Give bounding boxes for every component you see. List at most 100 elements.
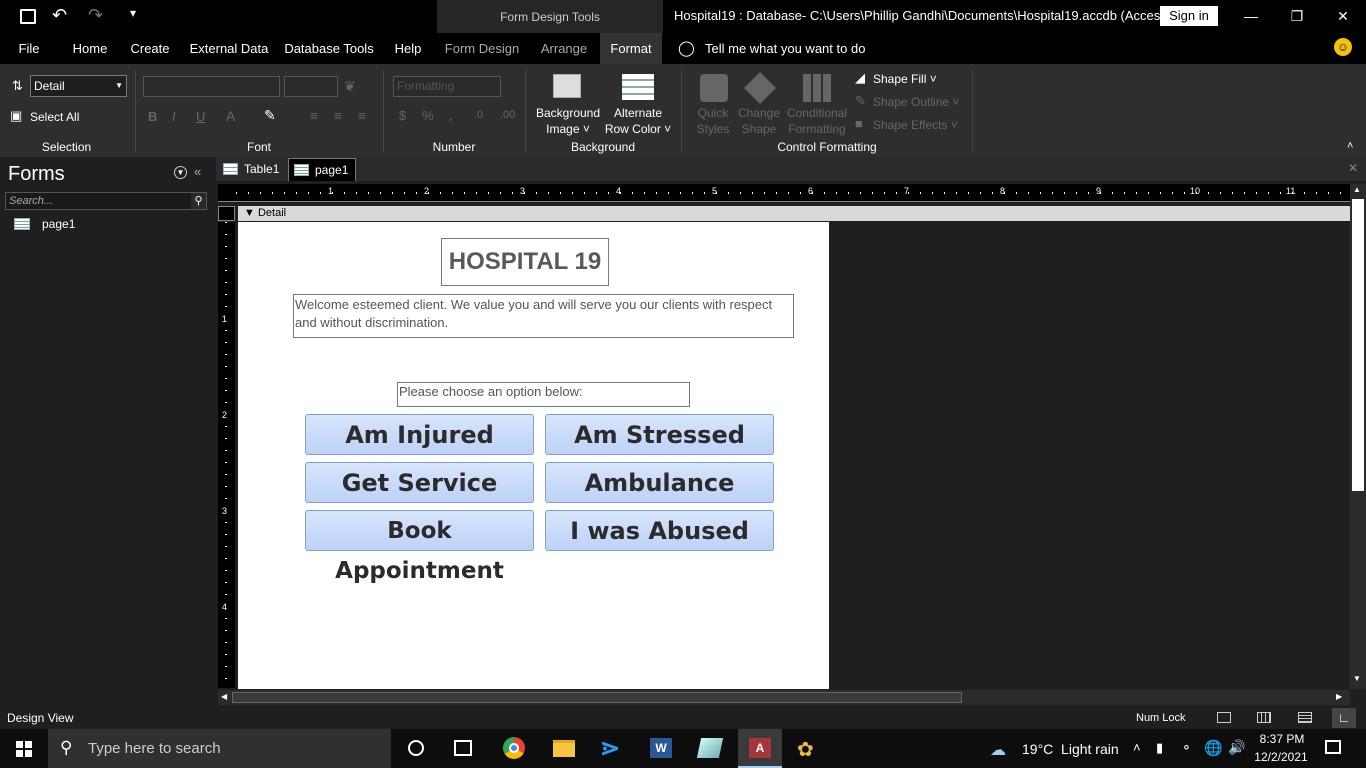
am-stressed-button[interactable]: Am Stressed: [545, 414, 774, 455]
weather-text[interactable]: 19°C Light rain: [1022, 741, 1119, 757]
vscode-icon[interactable]: ⋗: [600, 734, 620, 763]
notifications-icon[interactable]: [1325, 740, 1341, 754]
tab-external-data[interactable]: External Data: [186, 33, 272, 64]
datasheet-view-icon[interactable]: [1257, 712, 1271, 723]
word-icon[interactable]: W: [650, 738, 672, 758]
format-painter-icon[interactable]: ❦: [344, 78, 356, 95]
alternate-row-color-button[interactable]: Alternate Row Color ˅: [602, 105, 674, 137]
horizontal-scrollbar[interactable]: ◀ ▶: [218, 690, 1350, 705]
sign-in-button[interactable]: Sign in: [1160, 6, 1218, 26]
shape-fill-button[interactable]: Shape Fill ˅: [873, 72, 937, 86]
task-view-icon[interactable]: [454, 740, 472, 756]
font-size-dropdown[interactable]: [284, 76, 338, 97]
scroll-right-icon[interactable]: ▶: [1336, 692, 1342, 701]
get-service-button[interactable]: Get Service: [305, 462, 534, 503]
font-name-dropdown[interactable]: [143, 76, 280, 97]
select-all-button[interactable]: Select All: [30, 110, 79, 124]
welcome-label[interactable]: Welcome esteemed client. We value you an…: [293, 294, 794, 338]
access-taskbar-button[interactable]: A: [738, 729, 782, 768]
taskbar-search-box[interactable]: Type here to search: [48, 729, 391, 768]
doc-tab-table1[interactable]: Table1: [218, 158, 284, 181]
detail-section-bar[interactable]: ▼ Detail: [238, 206, 1350, 221]
increase-decimals-icon[interactable]: .0: [474, 109, 483, 121]
form-detail-area[interactable]: HOSPITAL 19 Welcome esteemed client. We …: [238, 222, 829, 689]
collapse-pane-icon[interactable]: «: [194, 164, 201, 179]
redo-icon[interactable]: ↷: [88, 5, 103, 26]
prompt-label[interactable]: Please choose an option below:: [397, 382, 690, 407]
scrollbar-thumb[interactable]: [1352, 199, 1364, 491]
show-hidden-icons-icon[interactable]: ˄: [1133, 740, 1141, 755]
change-shape-button[interactable]: Change Shape: [736, 105, 782, 137]
align-right-icon[interactable]: ≡: [358, 108, 366, 123]
tab-create[interactable]: Create: [126, 33, 174, 64]
meet-now-icon[interactable]: ⚬: [1181, 740, 1192, 756]
tab-database-tools[interactable]: Database Tools: [282, 33, 376, 64]
tab-arrange[interactable]: Arrange: [533, 33, 595, 64]
percent-icon[interactable]: %: [422, 108, 434, 123]
tab-format[interactable]: Format: [600, 33, 662, 64]
restore-button[interactable]: ❐: [1274, 0, 1320, 33]
nav-item-page1[interactable]: page1: [42, 217, 75, 231]
decrease-decimals-icon[interactable]: .00: [500, 109, 515, 121]
scroll-down-icon[interactable]: ▼: [1353, 674, 1361, 683]
align-left-icon[interactable]: ≡: [310, 108, 318, 123]
am-injured-button[interactable]: Am Injured: [305, 414, 534, 455]
minimize-button[interactable]: —: [1228, 0, 1274, 33]
tab-file[interactable]: File: [8, 33, 50, 64]
vertical-scrollbar[interactable]: ▲ ▼: [1350, 184, 1366, 689]
tab-form-design[interactable]: Form Design: [442, 33, 522, 64]
tell-me-search[interactable]: Tell me what you want to do: [705, 41, 865, 56]
fill-color-icon[interactable]: ✎: [264, 107, 276, 124]
smiley-icon[interactable]: ☺: [1334, 38, 1352, 56]
bold-icon[interactable]: B: [148, 109, 157, 124]
chrome-icon[interactable]: [503, 737, 525, 759]
cortana-icon[interactable]: [408, 740, 424, 756]
close-button[interactable]: ✕: [1320, 0, 1366, 33]
nav-search-input[interactable]: Search...: [5, 192, 207, 210]
close-document-icon[interactable]: ✕: [1348, 161, 1358, 175]
network-icon[interactable]: 🌐: [1204, 739, 1223, 757]
ambulance-button[interactable]: Ambulance: [545, 462, 774, 503]
italic-icon[interactable]: I: [172, 109, 176, 124]
file-explorer-icon[interactable]: [553, 740, 575, 757]
collapse-ribbon-icon[interactable]: ˄: [1347, 140, 1353, 152]
paint-icon[interactable]: ✿: [797, 737, 814, 762]
app-icon[interactable]: [696, 738, 724, 758]
tab-help[interactable]: Help: [388, 33, 428, 64]
windows-start-icon[interactable]: [16, 741, 32, 757]
save-icon[interactable]: [20, 9, 36, 24]
clock-time[interactable]: 8:37 PM: [1254, 732, 1310, 746]
comma-icon[interactable]: ,: [449, 108, 453, 123]
layout-view-icon[interactable]: [1298, 712, 1312, 723]
volume-icon[interactable]: 🔊: [1228, 739, 1245, 756]
chevron-down-icon[interactable]: ▼: [174, 166, 187, 179]
number-format-dropdown[interactable]: Formatting: [393, 76, 501, 97]
horizontal-ruler[interactable]: 1 2 3 4 5 6 7 8 9 10 11: [218, 184, 1350, 202]
doc-tab-page1[interactable]: page1: [288, 158, 356, 181]
form-view-icon[interactable]: [1217, 712, 1231, 723]
book-appointment-button[interactable]: Book Appointment: [305, 510, 534, 584]
underline-icon[interactable]: U: [196, 109, 205, 124]
background-image-button[interactable]: Background Image ˅: [530, 105, 606, 137]
battery-icon[interactable]: ▮: [1156, 740, 1163, 756]
shape-effects-button[interactable]: Shape Effects ˅: [873, 118, 958, 132]
tab-home[interactable]: Home: [64, 33, 116, 64]
i-was-abused-button[interactable]: I was Abused: [545, 510, 774, 551]
conditional-formatting-button[interactable]: Conditional Formatting: [784, 105, 850, 137]
align-center-icon[interactable]: ≡: [334, 108, 342, 123]
quick-styles-button[interactable]: Quick Styles: [690, 105, 736, 137]
form-title-label[interactable]: HOSPITAL 19: [441, 238, 609, 286]
search-icon[interactable]: ⚲: [191, 193, 206, 209]
shape-outline-button[interactable]: Shape Outline ˅: [873, 95, 959, 109]
object-selector-dropdown[interactable]: Detail ▼: [30, 75, 127, 97]
scroll-up-icon[interactable]: ▲: [1353, 185, 1361, 194]
section-selector[interactable]: [218, 206, 235, 221]
customize-quick-access-icon[interactable]: ▾: [130, 6, 136, 20]
scrollbar-thumb[interactable]: [232, 692, 962, 703]
clock-date[interactable]: 12/2/2021: [1250, 750, 1312, 764]
undo-icon[interactable]: ↶: [52, 5, 67, 26]
scroll-left-icon[interactable]: ◀: [221, 692, 227, 701]
weather-cloud-icon[interactable]: ☁: [990, 740, 1006, 760]
font-color-icon[interactable]: A: [226, 108, 235, 124]
vertical-ruler[interactable]: 1 2 3 4: [218, 222, 235, 688]
